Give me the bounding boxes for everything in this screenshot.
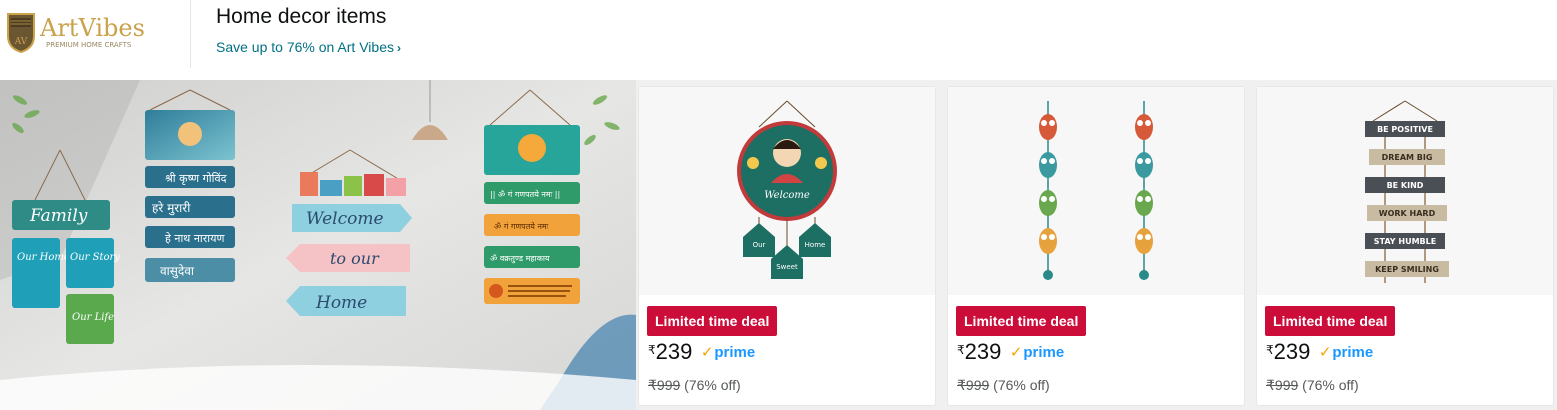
image-home-text: Home <box>805 241 826 249</box>
product-card[interactable]: BE POSITIVE DREAM BIG BE KIND WORK HARD … <box>1256 86 1554 406</box>
sign-to-our: to our <box>330 249 380 268</box>
deal-price: 239 <box>1273 339 1311 364</box>
product-image[interactable]: BE POSITIVE DREAM BIG BE KIND WORK HARD … <box>1257 87 1553 295</box>
image-quote-6: KEEP SMILING <box>1375 265 1439 274</box>
save-offer-link[interactable]: Save up to 76% on Art Vibes › <box>216 39 401 55</box>
limited-time-deal-badge: Limited time deal <box>647 306 778 336</box>
list-price: ₹999 <box>648 377 681 393</box>
limited-time-deal-badge: Limited time deal <box>1265 306 1396 336</box>
logo-wordmark: ArtVibes <box>39 14 145 42</box>
limited-time-deal-badge: Limited time deal <box>956 306 1087 336</box>
product-image[interactable] <box>948 87 1244 295</box>
sign-our-home: Our Home <box>17 252 70 263</box>
sign-welcome: Welcome <box>306 209 384 229</box>
price-row: ₹239 ✓prime <box>1266 339 1373 367</box>
prime-badge: ✓prime <box>1319 343 1373 361</box>
logo-monogram: AV <box>14 37 28 47</box>
header-divider <box>190 0 191 68</box>
prime-label: prime <box>714 344 756 361</box>
sign-hindi-3: हे नाथ नारायण <box>165 232 225 245</box>
prime-label: prime <box>1332 344 1374 361</box>
discount-percent: (76% off) <box>993 377 1050 393</box>
discount-percent: (76% off) <box>1302 377 1359 393</box>
product-card[interactable]: Limited time deal ₹239 ✓prime ₹999 (76% … <box>947 86 1245 406</box>
chevron-right-icon: › <box>396 41 401 55</box>
logo-tagline: PREMIUM HOME CRAFTS <box>46 41 132 49</box>
product-card[interactable]: Welcome Our Sweet Home Limited time deal… <box>638 86 936 406</box>
image-quote-2: DREAM BIG <box>1382 153 1433 162</box>
deal-price: 239 <box>964 339 1002 364</box>
quotes-hanging-image: BE POSITIVE DREAM BIG BE KIND WORK HARD … <box>1365 100 1449 283</box>
sign-our-life: Our Life <box>72 312 114 323</box>
prime-check-icon: ✓ <box>700 344 714 361</box>
brand-lifestyle-image[interactable]: Family Our Home Our Story Our Life श्री … <box>0 80 636 410</box>
sign-mantra-3: ॐ वक्रतुण्ड महाकाय <box>490 254 550 264</box>
discount-percent: (76% off) <box>684 377 741 393</box>
list-price-row: ₹999 (76% off) <box>957 377 1050 394</box>
sign-hindi-1: श्री कृष्ण गोविंद <box>165 172 227 185</box>
sign-hindi-4: वासुदेवा <box>160 264 195 279</box>
sign-family: Family <box>29 206 88 226</box>
deal-price: 239 <box>655 339 693 364</box>
image-quote-4: WORK HARD <box>1379 209 1436 218</box>
save-offer-label[interactable]: Save up to 76% on Art Vibes <box>216 39 394 55</box>
list-price: ₹999 <box>957 377 990 393</box>
sponsored-brand-header: AV ArtVibes PREMIUM HOME CRAFTS Home dec… <box>0 0 1557 80</box>
prime-check-icon: ✓ <box>1318 344 1332 361</box>
sign-our-story: Our Story <box>70 252 120 263</box>
prime-check-icon: ✓ <box>1009 344 1023 361</box>
list-price: ₹999 <box>1266 377 1299 393</box>
price-row: ₹239 ✓prime <box>648 339 755 367</box>
prime-label: prime <box>1023 344 1065 361</box>
sign-mantra-1: || ॐ गं गणपतये नमः || <box>490 189 560 199</box>
currency-symbol: ₹ <box>648 343 656 357</box>
product-image[interactable]: Welcome Our Sweet Home <box>639 87 935 295</box>
lifestyle-scene: Family Our Home Our Story Our Life श्री … <box>0 80 636 410</box>
sign-mantra-2: ॐ गं गणपतये नमः <box>494 221 549 231</box>
sign-hindi-2: हरे मुरारी <box>152 201 191 216</box>
currency-symbol: ₹ <box>1266 343 1274 357</box>
prime-badge: ✓prime <box>701 343 755 361</box>
list-price-row: ₹999 (76% off) <box>648 377 741 394</box>
sign-home: Home <box>315 293 367 313</box>
image-welcome-text: Welcome <box>764 190 810 201</box>
welcome-hanging-image: Welcome Our Sweet Home <box>737 100 837 279</box>
image-quote-1: BE POSITIVE <box>1377 125 1433 134</box>
image-our-text: Our <box>753 241 766 249</box>
owl-hanging-image <box>1039 101 1153 280</box>
image-sweet-text: Sweet <box>776 263 798 271</box>
currency-symbol: ₹ <box>957 343 965 357</box>
price-row: ₹239 ✓prime <box>957 339 1064 367</box>
prime-badge: ✓prime <box>1010 343 1064 361</box>
ad-headline[interactable]: Home decor items <box>216 5 386 29</box>
artvibes-logo[interactable]: AV ArtVibes PREMIUM HOME CRAFTS <box>2 6 168 58</box>
product-carousel: Welcome Our Sweet Home Limited time deal… <box>636 80 1557 410</box>
list-price-row: ₹999 (76% off) <box>1266 377 1359 394</box>
image-quote-3: BE KIND <box>1387 181 1424 190</box>
image-quote-5: STAY HUMBLE <box>1374 237 1436 246</box>
